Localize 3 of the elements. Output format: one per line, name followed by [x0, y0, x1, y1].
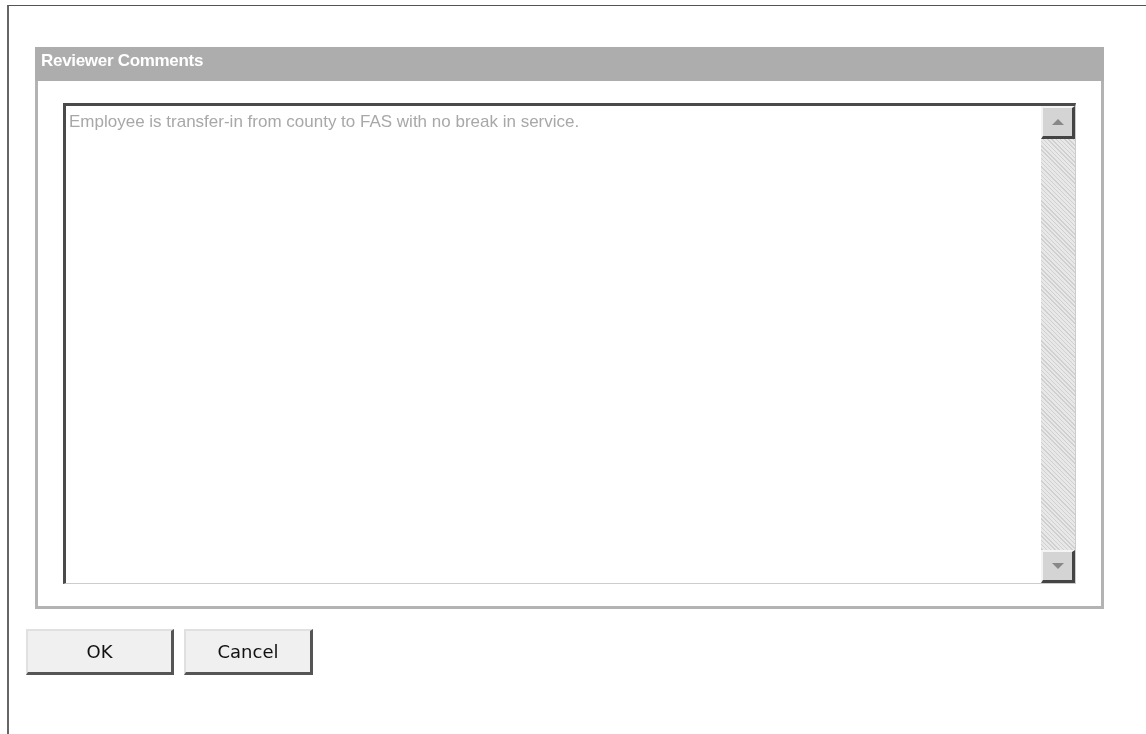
cancel-button[interactable]: Cancel — [184, 629, 313, 675]
panel-title: Reviewer Comments — [35, 47, 1104, 81]
ok-button[interactable]: OK — [26, 629, 174, 675]
